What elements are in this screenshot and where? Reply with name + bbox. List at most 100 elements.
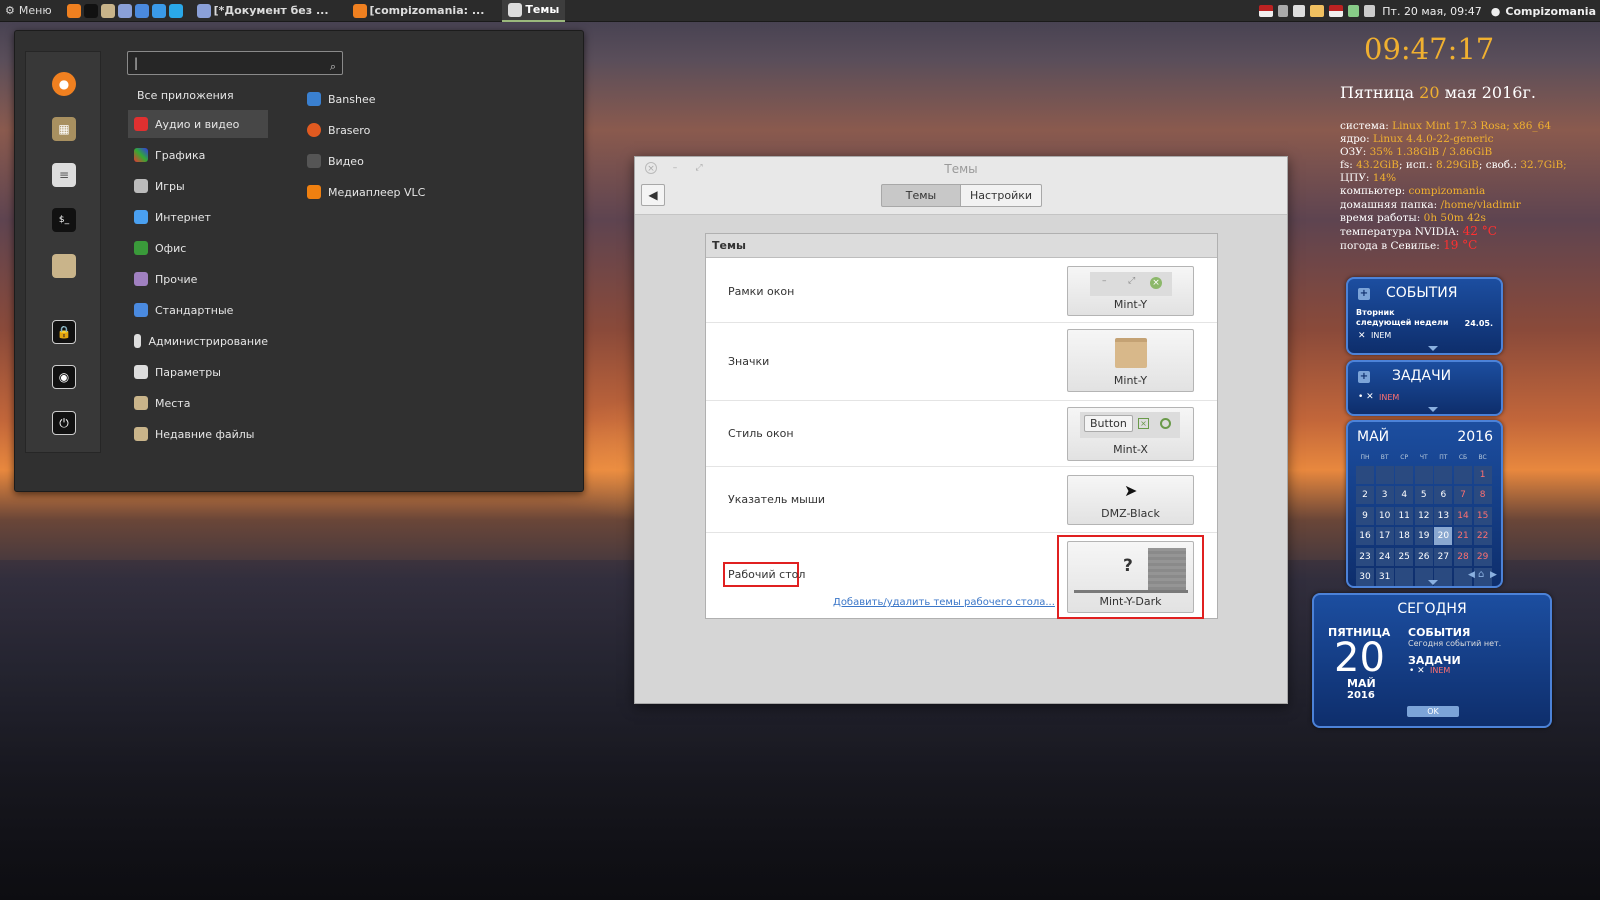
- terminal-icon[interactable]: [83, 3, 98, 18]
- add-icon[interactable]: +: [1358, 371, 1370, 383]
- pen-icon[interactable]: [1278, 5, 1289, 17]
- category-places[interactable]: Места: [128, 389, 268, 417]
- close-icon[interactable]: ×: [645, 162, 657, 174]
- window-borders-button[interactable]: – ⤢ × Mint-Y: [1067, 266, 1194, 316]
- calendar-day[interactable]: 18: [1395, 527, 1414, 546]
- app-vlc[interactable]: Медиаплеер VLC: [307, 178, 425, 206]
- calendar-day[interactable]: 10: [1375, 506, 1394, 525]
- power-icon[interactable]: ⏻: [52, 411, 76, 435]
- calendar-day[interactable]: 9: [1356, 506, 1374, 525]
- calendar-day[interactable]: 17: [1375, 527, 1394, 546]
- app-brasero[interactable]: Brasero: [307, 116, 370, 144]
- calendar-day[interactable]: 3: [1375, 486, 1394, 505]
- calendar-day[interactable]: 20: [1434, 527, 1453, 546]
- panel-datetime[interactable]: Пт. 20 мая, 09:47: [1382, 5, 1482, 18]
- calendar-day[interactable]: 19: [1414, 527, 1433, 546]
- calendar-day[interactable]: 30: [1356, 568, 1374, 586]
- screenshot-icon[interactable]: [134, 3, 149, 18]
- menu-button[interactable]: ⚙ Меню: [0, 0, 57, 22]
- home-icon[interactable]: ⌂: [1478, 569, 1484, 580]
- calendar-day[interactable]: 21: [1454, 527, 1472, 546]
- ok-button[interactable]: OK: [1407, 706, 1459, 717]
- network-icon[interactable]: [1364, 5, 1376, 17]
- flag-us-icon[interactable]: [1259, 5, 1274, 17]
- weather-icon[interactable]: [1310, 5, 1325, 17]
- firefox-icon[interactable]: [66, 3, 81, 18]
- tab-themes[interactable]: Темы: [881, 184, 961, 207]
- category-graphics[interactable]: Графика: [128, 141, 268, 169]
- tab-settings[interactable]: Настройки: [960, 184, 1042, 207]
- calendar-day[interactable]: 4: [1395, 486, 1414, 505]
- expand-icon[interactable]: [1428, 346, 1438, 351]
- software-manager-icon[interactable]: ▦: [52, 117, 76, 141]
- next-month-icon[interactable]: ▶: [1490, 570, 1497, 580]
- task-document[interactable]: [*Документ без ...: [191, 0, 335, 22]
- calendar-day[interactable]: 15: [1473, 506, 1492, 525]
- calendar-day[interactable]: 29: [1473, 547, 1492, 566]
- calendar-day[interactable]: 23: [1356, 547, 1374, 566]
- calendar-day[interactable]: 25: [1395, 547, 1414, 566]
- calendar-day[interactable]: 27: [1434, 547, 1453, 566]
- update-icon[interactable]: [151, 3, 166, 18]
- panel-user[interactable]: Compizomania: [1505, 5, 1596, 18]
- task-themes[interactable]: Темы: [502, 0, 566, 22]
- add-icon[interactable]: +: [1358, 288, 1370, 300]
- row-desktop: Рабочий стол Добавить/удалить темы рабоч…: [706, 533, 1217, 619]
- calendar-day[interactable]: 16: [1356, 527, 1374, 546]
- settings-icon[interactable]: ≡: [52, 163, 76, 187]
- task-browser[interactable]: [compizomania: ...: [347, 0, 491, 22]
- calendar-day[interactable]: 26: [1414, 547, 1433, 566]
- shield-icon[interactable]: [1348, 5, 1360, 17]
- terminal-icon[interactable]: $_: [52, 208, 76, 232]
- calendar-day[interactable]: 2: [1356, 486, 1374, 505]
- category-recent-files[interactable]: Недавние файлы: [128, 420, 268, 448]
- lock-icon[interactable]: 🔒: [52, 320, 76, 344]
- calendar-day[interactable]: 22: [1473, 527, 1492, 546]
- mouse-pointer-button[interactable]: ➤ DMZ-Black: [1067, 475, 1194, 525]
- text-editor-icon[interactable]: [117, 3, 132, 18]
- flag-us-icon-2[interactable]: [1329, 5, 1344, 17]
- firefox-icon[interactable]: ●: [52, 72, 76, 96]
- category-accessories[interactable]: Стандартные: [128, 296, 268, 324]
- info-line: температура NVIDIA: 42 °C: [1340, 223, 1497, 238]
- calendar-day[interactable]: 5: [1414, 486, 1433, 505]
- category-office[interactable]: Офис: [128, 234, 268, 262]
- prev-month-icon[interactable]: ◀: [1468, 570, 1475, 580]
- back-button[interactable]: ◀: [641, 184, 665, 206]
- desktop-theme-button[interactable]: ? Mint-Y-Dark: [1067, 541, 1194, 613]
- calendar-day[interactable]: 1: [1473, 466, 1492, 484]
- volume-icon[interactable]: [1293, 5, 1306, 17]
- category-preferences[interactable]: Параметры: [128, 358, 268, 386]
- app-banshee[interactable]: Banshee: [307, 85, 376, 113]
- window-titlebar[interactable]: × – ⤢ Темы: [635, 157, 1287, 181]
- calendar-day[interactable]: 12: [1414, 506, 1433, 525]
- maximize-icon[interactable]: ⤢: [693, 162, 705, 174]
- calendar-day[interactable]: 13: [1434, 506, 1453, 525]
- calendar-day[interactable]: 8: [1473, 486, 1492, 505]
- category-internet[interactable]: Интернет: [128, 203, 268, 231]
- calendar-day[interactable]: 31: [1375, 568, 1394, 586]
- search-input[interactable]: | ⌕: [127, 51, 343, 75]
- minimize-icon[interactable]: –: [669, 162, 681, 174]
- icons-button[interactable]: Mint-Y: [1067, 329, 1194, 392]
- controls-button[interactable]: Button × Mint-X: [1067, 407, 1194, 461]
- expand-icon[interactable]: [1428, 407, 1438, 412]
- calendar-day[interactable]: 7: [1454, 486, 1472, 505]
- calendar-day[interactable]: 6: [1434, 486, 1453, 505]
- calendar-day[interactable]: 14: [1454, 506, 1472, 525]
- category-all[interactable]: Все приложения: [128, 81, 268, 109]
- calendar-day[interactable]: 24: [1375, 547, 1394, 566]
- category-games[interactable]: Игры: [128, 172, 268, 200]
- calendar-day[interactable]: 11: [1395, 506, 1414, 525]
- add-remove-desktop-themes-link[interactable]: Добавить/удалить темы рабочего стола...: [833, 597, 1055, 608]
- app-video[interactable]: Видео: [307, 147, 364, 175]
- expand-icon[interactable]: [1428, 580, 1438, 585]
- logout-icon[interactable]: ◉: [52, 365, 76, 389]
- folder-icon[interactable]: [100, 3, 115, 18]
- category-audio-video[interactable]: Аудио и видео: [128, 110, 268, 138]
- category-other[interactable]: Прочие: [128, 265, 268, 293]
- skype-icon[interactable]: [168, 3, 183, 18]
- category-administration[interactable]: Администрирование: [128, 327, 268, 355]
- calendar-day[interactable]: 28: [1454, 547, 1472, 566]
- folder-icon[interactable]: [52, 254, 76, 278]
